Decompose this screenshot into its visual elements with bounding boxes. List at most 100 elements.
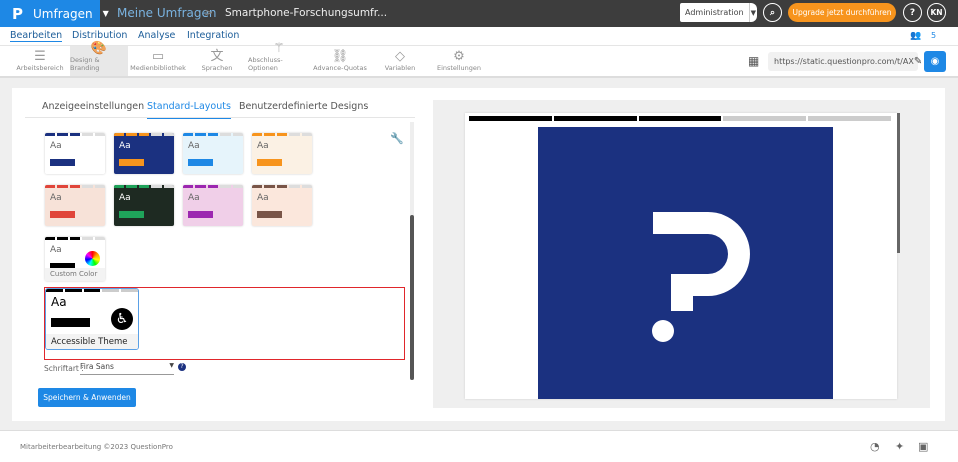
tool-label: Variablen (384, 64, 416, 72)
theme-accent-swatch (119, 159, 144, 166)
theme-card[interactable]: Aa (114, 133, 174, 174)
accessible-theme-card[interactable]: Aa ♿ Accessible Theme (45, 288, 139, 350)
tag-icon: ◇ (395, 49, 405, 64)
theme-card[interactable]: Aa Custom Color (45, 237, 105, 281)
font-label: Schriftart : (44, 364, 84, 373)
footer-text: Mitarbeiterbearbeitung ©2023 QuestionPro (20, 443, 173, 451)
preview-scrollbar[interactable] (897, 113, 900, 253)
chat-bot-icon[interactable]: ▣ (918, 440, 928, 453)
theme-sample-text: Aa (257, 141, 269, 151)
preview-logo (538, 127, 833, 399)
save-apply-button[interactable]: Speichern & Anwenden (38, 388, 136, 407)
theme-card[interactable]: Aa (114, 185, 174, 226)
eye-icon: ◉ (930, 56, 940, 67)
tool-label: Advance-Quotas (313, 64, 367, 72)
tool-variablen[interactable]: ◇ Variablen (375, 46, 425, 76)
theme-progress-bar (252, 133, 312, 136)
sparkle-icon[interactable]: ✦ (895, 440, 904, 453)
help-icon[interactable]: ? (178, 363, 186, 371)
tool-label: Abschluss-Optionen (248, 56, 283, 72)
tool-label: Einstellungen (436, 64, 482, 72)
speedometer-icon[interactable]: ◔ (870, 440, 880, 453)
wrench-icon[interactable]: 🔧 (390, 132, 404, 145)
theme-progress-bar (45, 237, 105, 240)
accessibility-icon: ♿ (111, 308, 133, 330)
tool-arbeitsbereich[interactable]: ☰ Arbeitsbereich (12, 46, 68, 76)
theme-progress-bar (45, 185, 105, 188)
palette-icon: 🎨 (90, 41, 108, 56)
main-nav: Bearbeiten Distribution Analyse Integrat… (0, 27, 958, 46)
tab-distribution[interactable]: Distribution (72, 30, 127, 41)
theme-accent-swatch (50, 211, 75, 218)
chevron-right-icon: > (204, 6, 214, 19)
breadcrumb-my-surveys[interactable]: Meine Umfragen (117, 6, 216, 20)
image-icon: ▭ (151, 49, 165, 64)
color-wheel-icon (85, 251, 100, 266)
custom-color-label: Custom Color (45, 268, 105, 281)
theme-progress-bar (114, 185, 174, 188)
preview-progress-bar (469, 116, 891, 121)
font-select[interactable]: Fira Sans ▼ (80, 362, 174, 375)
tool-advance-quotas[interactable]: ⛓ Advance-Quotas (313, 46, 367, 76)
theme-progress-bar (183, 185, 243, 188)
tab-divider (25, 117, 415, 118)
theme-sample-text: Aa (50, 141, 62, 151)
theme-sample-text: Aa (119, 193, 131, 203)
theme-card[interactable]: Aa (183, 133, 243, 174)
theme-progress-bar (252, 185, 312, 188)
survey-url: https://static.questionpro.com/t/AX (774, 57, 914, 66)
tab-integration[interactable]: Integration (187, 30, 239, 41)
theme-card[interactable]: Aa (252, 185, 312, 226)
theme-sample-text: Aa (51, 295, 67, 309)
users-icon: 👥 (910, 31, 922, 41)
magic-wand-icon: ⚚ (273, 41, 285, 56)
scrollbar-thumb[interactable] (410, 215, 414, 380)
tool-label: Design & Branding (70, 56, 100, 72)
pencil-icon[interactable]: ✎ (914, 56, 922, 67)
caret-down-icon: ▼ (750, 8, 756, 17)
tool-abschluss-optionen[interactable]: ⚚ Abschluss-Optionen (248, 42, 310, 76)
link-icon: ⛓ (331, 49, 349, 64)
upgrade-button[interactable]: Upgrade jetzt durchführen (788, 3, 896, 22)
theme-card[interactable]: Aa (183, 185, 243, 226)
theme-accent-swatch (257, 211, 282, 218)
tool-medienbibliothek[interactable]: ▭ Medienbibliothek (130, 46, 186, 76)
theme-accent-swatch (188, 159, 213, 166)
theme-card[interactable]: Aa (252, 133, 312, 174)
theme-sample-text: Aa (50, 245, 62, 255)
theme-progress-bar (183, 133, 243, 136)
help-button[interactable]: ? (903, 3, 922, 22)
app-switcher[interactable]: P Umfragen ▼ (0, 0, 109, 27)
tool-design-branding[interactable]: 🎨 Design & Branding (70, 42, 128, 76)
tab-anzeigeeinstellungen[interactable]: Anzeigeeinstellungen (42, 101, 144, 112)
theme-progress-bar (45, 133, 105, 136)
administration-dropdown[interactable]: Administration ▼ (680, 3, 757, 22)
theme-accent-swatch (188, 211, 213, 218)
tab-bearbeiten[interactable]: Bearbeiten (10, 30, 63, 42)
tool-label: Sprachen (201, 64, 233, 72)
font-value: Fira Sans (80, 362, 114, 371)
theme-card[interactable]: Aa (45, 185, 105, 226)
accessible-theme-label: Accessible Theme (46, 334, 138, 349)
theme-accent-swatch (257, 159, 282, 166)
tool-sprachen[interactable]: 文 Sprachen (192, 46, 242, 76)
tab-analyse[interactable]: Analyse (138, 30, 175, 41)
search-icon[interactable]: ⌕ (763, 3, 782, 22)
theme-accent-swatch (51, 318, 90, 327)
caret-down-icon: ▼ (102, 9, 109, 18)
survey-url-field[interactable]: https://static.questionpro.com/t/AX ✎ (768, 52, 922, 71)
avatar[interactable]: KN (927, 3, 946, 22)
preview-button[interactable]: ◉ (924, 51, 946, 72)
app-name: Umfragen (33, 6, 93, 21)
theme-progress-bar (114, 133, 174, 136)
tool-einstellungen[interactable]: ⚙ Einstellungen (434, 46, 484, 76)
tab-benutzerdefinierte-designs[interactable]: Benutzerdefinierte Designs (239, 101, 368, 112)
tool-label: Arbeitsbereich (16, 64, 64, 72)
tool-label: Medienbibliothek (130, 64, 186, 72)
users-count[interactable]: 5 (931, 31, 936, 40)
questionpro-logo-icon: P (12, 4, 23, 23)
list-icon: ☰ (34, 49, 46, 64)
theme-sample-text: Aa (50, 193, 62, 203)
qr-code-icon[interactable]: ▦ (748, 54, 759, 68)
theme-card[interactable]: Aa (45, 133, 105, 174)
